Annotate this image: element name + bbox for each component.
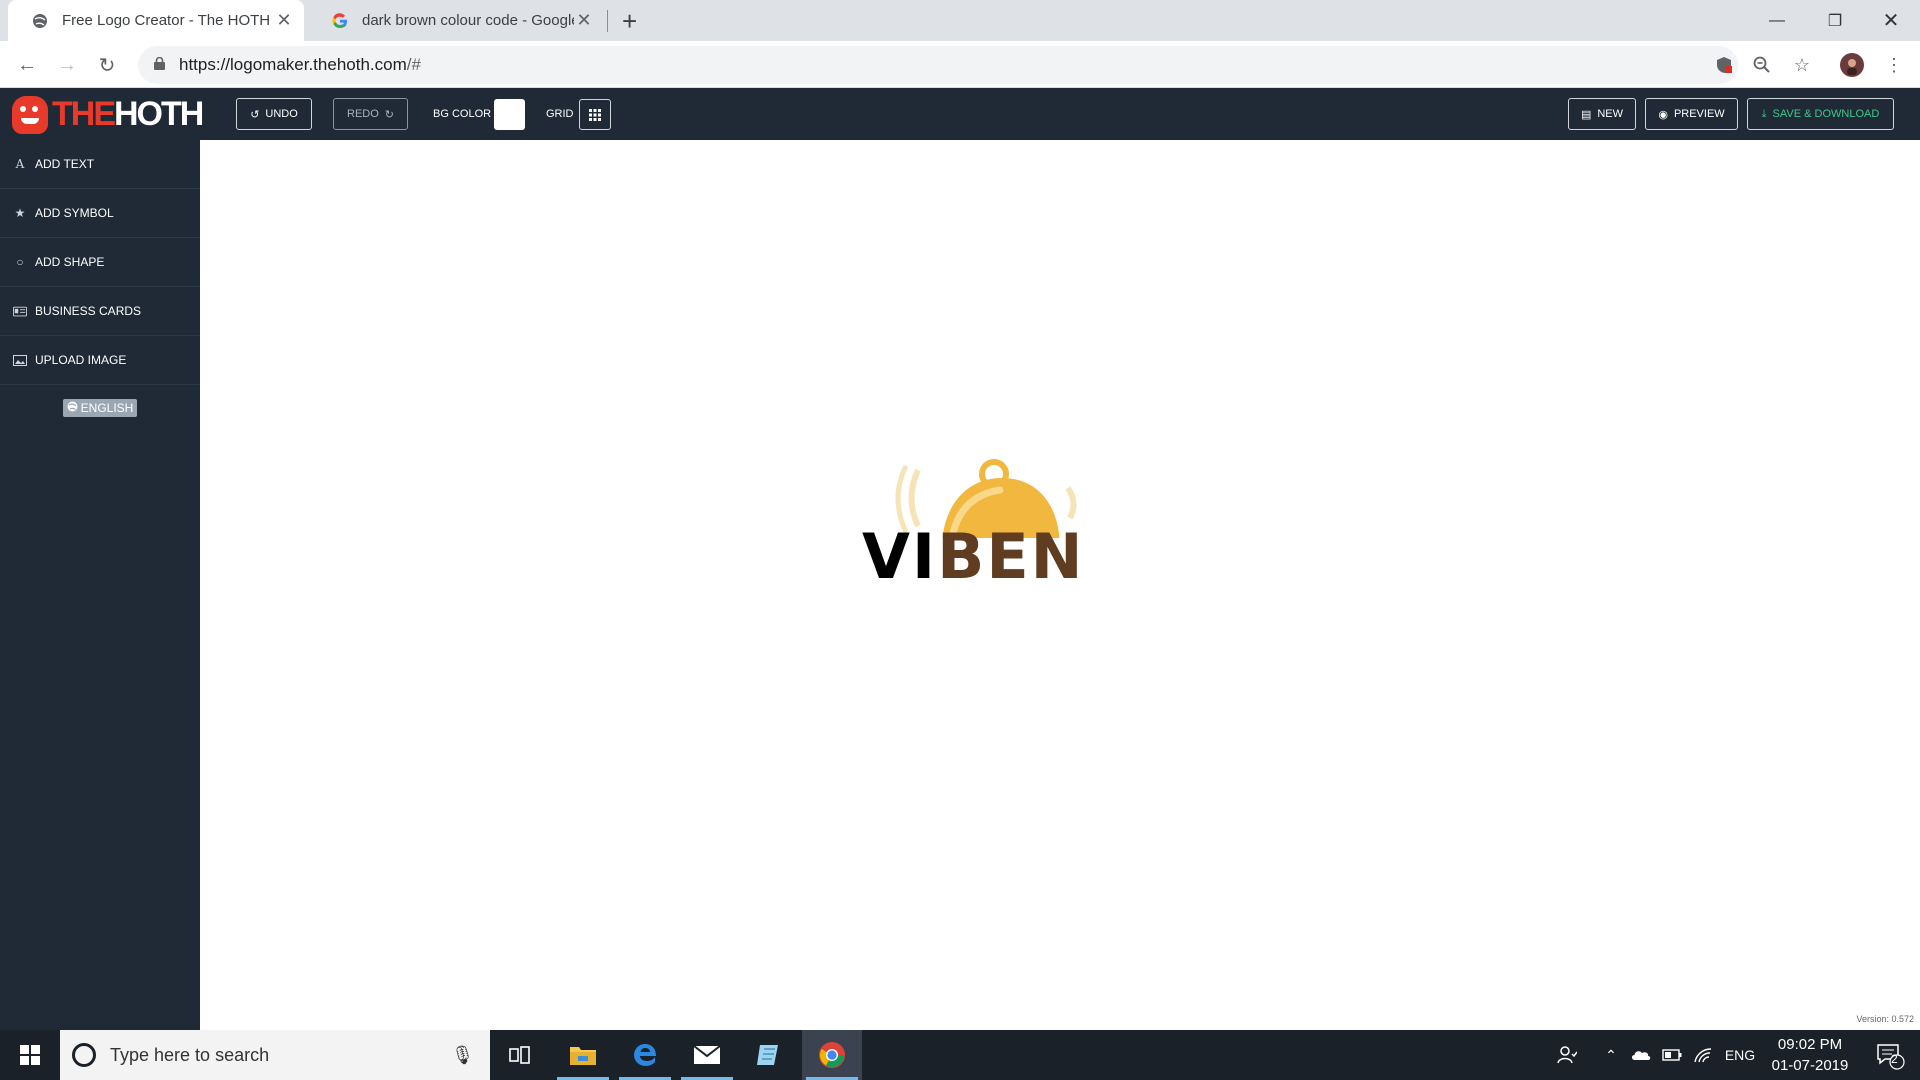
- download-icon: ⤓: [1761, 107, 1767, 120]
- logo-hoth: HOTH: [114, 95, 204, 133]
- shield-extension-icon[interactable]: [1712, 53, 1736, 77]
- sidebar-item-upload-image[interactable]: UPLOAD IMAGE: [0, 336, 200, 385]
- url-field[interactable]: https://logomaker.thehoth.com/#: [138, 46, 1738, 84]
- save-download-button[interactable]: ⤓ SAVE & DOWNLOAD: [1747, 98, 1894, 130]
- bookmark-star-icon[interactable]: ☆: [1790, 53, 1814, 77]
- language-selector[interactable]: ENGLISH: [62, 399, 138, 417]
- grid-icon: [589, 108, 601, 121]
- redo-icon: ↻: [384, 108, 394, 121]
- clock-date: 01-07-2019: [1771, 1057, 1849, 1074]
- forward-icon[interactable]: →: [53, 51, 81, 79]
- close-tab-icon[interactable]: ✕: [574, 10, 594, 31]
- version-label: Version: 0.572: [1856, 1014, 1914, 1024]
- preview-button[interactable]: ◉ PREVIEW: [1645, 98, 1738, 130]
- microphone-icon[interactable]: 🎙: [451, 1045, 474, 1066]
- notepad-app-icon[interactable]: [739, 1030, 799, 1080]
- save-download-label: SAVE & DOWNLOAD: [1772, 108, 1880, 120]
- undo-button[interactable]: ↺ UNDO: [236, 98, 312, 130]
- bell-logo-symbol[interactable]: [680, 318, 1140, 538]
- tab-google-search[interactable]: dark brown colour code - Google ✕: [308, 0, 604, 41]
- input-language[interactable]: ENG: [1720, 1030, 1760, 1080]
- eye-icon: ◉: [1658, 108, 1668, 121]
- sidebar-item-label: ADD SYMBOL: [35, 206, 114, 220]
- tab-title: dark brown colour code - Google: [362, 12, 574, 29]
- file-explorer-icon[interactable]: [553, 1030, 613, 1080]
- battery-icon[interactable]: [1659, 1030, 1685, 1080]
- onedrive-icon[interactable]: [1627, 1030, 1655, 1080]
- sidebar-item-add-text[interactable]: A ADD TEXT: [0, 140, 200, 189]
- windows-taskbar: Type here to search 🎙 ⌃ ENG 09:02 PM 01-…: [0, 1030, 1920, 1080]
- chevron-up-icon[interactable]: ⌃: [1600, 1030, 1622, 1080]
- address-bar-row: ← → ↻ https://logomaker.thehoth.com/# ☆ …: [0, 41, 1920, 88]
- url-host: https://logomaker.thehoth.com: [179, 55, 407, 74]
- cortana-icon: [72, 1043, 96, 1067]
- sidebar-item-business-cards[interactable]: BUSINESS CARDS: [0, 287, 200, 336]
- profile-avatar[interactable]: [1840, 53, 1864, 77]
- reload-icon[interactable]: ↻: [93, 51, 121, 79]
- close-tab-icon[interactable]: ✕: [274, 10, 294, 31]
- grid-label: GRID: [546, 108, 574, 120]
- text-icon: A: [15, 157, 25, 171]
- tab-separator: [607, 10, 608, 32]
- task-view-icon[interactable]: [490, 1030, 550, 1080]
- preview-label: PREVIEW: [1673, 108, 1725, 120]
- edge-browser-icon[interactable]: [615, 1030, 675, 1080]
- mail-icon[interactable]: [677, 1030, 737, 1080]
- undo-icon: ↺: [250, 108, 260, 121]
- bg-color-swatch[interactable]: [494, 99, 525, 130]
- menu-kebab-icon[interactable]: ⋮: [1882, 53, 1906, 77]
- close-window-icon[interactable]: ✕: [1862, 0, 1920, 41]
- chrome-icon[interactable]: [802, 1030, 862, 1080]
- redo-button[interactable]: REDO ↻: [333, 98, 408, 130]
- lock-icon: [154, 56, 165, 73]
- sidebar-item-label: UPLOAD IMAGE: [35, 353, 127, 367]
- sidebar-item-add-shape[interactable]: ○ ADD SHAPE: [0, 238, 200, 287]
- business-card-icon: [13, 304, 27, 318]
- minimize-icon[interactable]: —: [1748, 0, 1806, 41]
- logo-the: THE: [52, 95, 116, 133]
- logo-text-black: VI: [862, 520, 938, 593]
- clock-time: 09:02 PM: [1777, 1036, 1843, 1053]
- document-icon: ▤: [1580, 108, 1592, 121]
- sidebar-item-label: BUSINESS CARDS: [35, 304, 142, 318]
- taskbar-clock[interactable]: 09:02 PM 01-07-2019: [1762, 1034, 1858, 1076]
- thehoth-logo[interactable]: THEHOTH: [12, 95, 204, 134]
- new-tab-icon[interactable]: +: [622, 6, 637, 37]
- image-icon: [13, 353, 27, 367]
- windows-start-icon[interactable]: [0, 1030, 60, 1080]
- bg-color-label: BG COLOR: [433, 108, 492, 120]
- people-icon[interactable]: [1552, 1030, 1582, 1080]
- search-placeholder: Type here to search: [110, 1044, 270, 1065]
- zoom-icon[interactable]: [1750, 53, 1774, 77]
- logo-text[interactable]: VIBEN: [862, 520, 1085, 593]
- back-icon[interactable]: ←: [13, 51, 41, 79]
- wifi-icon[interactable]: [1690, 1030, 1716, 1080]
- tab-logo-creator[interactable]: Free Logo Creator - The HOTH ✕: [8, 0, 304, 41]
- notification-count: 2: [1891, 1052, 1898, 1066]
- new-button[interactable]: ▤ NEW: [1568, 98, 1636, 130]
- new-label: NEW: [1597, 108, 1624, 120]
- globe-icon: [32, 13, 48, 29]
- redo-label: REDO: [347, 108, 379, 120]
- sidebar-item-add-symbol[interactable]: ★ ADD SYMBOL: [0, 189, 200, 238]
- circle-icon: ○: [16, 255, 24, 269]
- undo-label: UNDO: [265, 108, 298, 120]
- star-icon: ★: [14, 206, 26, 220]
- browser-tab-bar: Free Logo Creator - The HOTH ✕ dark brow…: [0, 0, 1920, 41]
- sidebar-item-label: ADD TEXT: [35, 157, 95, 171]
- grid-toggle-button[interactable]: [579, 99, 611, 130]
- action-center-icon[interactable]: 2: [1865, 1030, 1915, 1080]
- logo-text-brown: BEN: [937, 520, 1085, 593]
- sidebar-item-label: ADD SHAPE: [35, 255, 105, 269]
- globe-icon: [67, 401, 78, 415]
- sidebar: A ADD TEXT ★ ADD SYMBOL ○ ADD SHAPE BUSI…: [0, 140, 200, 1030]
- taskbar-search-box[interactable]: Type here to search 🎙: [60, 1030, 490, 1080]
- google-icon: [332, 12, 348, 29]
- hoth-mascot-icon: [12, 95, 48, 134]
- language-label: ENGLISH: [80, 401, 134, 415]
- tab-title: Free Logo Creator - The HOTH: [62, 12, 271, 29]
- restore-icon[interactable]: ❐: [1806, 0, 1864, 41]
- url-path: /#: [406, 55, 421, 74]
